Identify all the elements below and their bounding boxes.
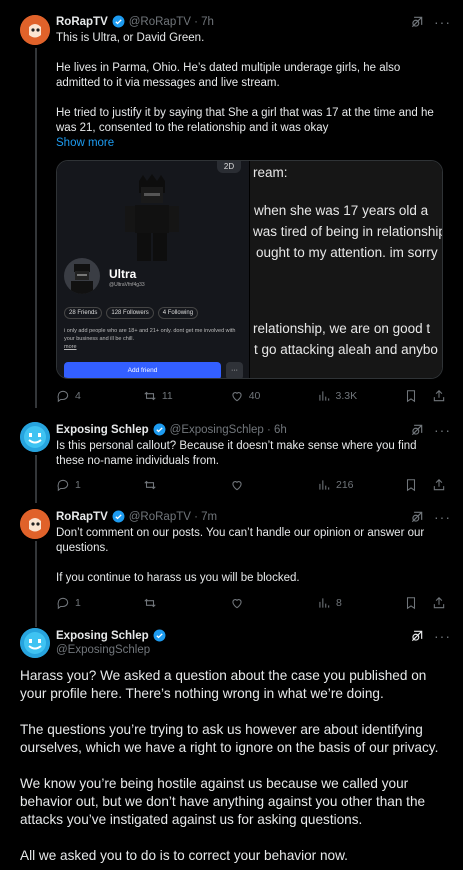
screenshot-line: was tired of being in relationship [253, 224, 443, 239]
avatar[interactable] [20, 628, 50, 658]
media-left-roblox-profile: 2D Ultra @UltraVfnf4g33 28 Friends 128 F… [57, 161, 249, 378]
profile-name: Ultra [109, 267, 137, 281]
bookmark-icon[interactable] [404, 478, 418, 492]
avatar[interactable] [20, 509, 50, 539]
show-more-link[interactable]: Show more [56, 137, 114, 149]
screenshot-line: relationship, we are on good t [253, 321, 431, 336]
like-button[interactable] [230, 478, 270, 492]
share-icon[interactable] [432, 478, 446, 492]
like-button[interactable] [230, 596, 270, 610]
tweet-actions: 1 8 [56, 594, 446, 612]
view-count: 216 [336, 479, 354, 491]
view-count: 8 [336, 597, 342, 609]
author-handle: @RoRapTV · 7m [128, 510, 218, 523]
profile-bio: i only add people who are 18+ and 21+ on… [64, 328, 236, 342]
following-count: 4 Following [157, 307, 199, 319]
screenshot-line: ream: [253, 165, 288, 180]
reply-icon [57, 479, 69, 492]
grok-icon[interactable] [410, 510, 424, 524]
repost-button[interactable] [143, 596, 183, 610]
views-icon [318, 391, 329, 401]
tweet-text: Harass you? We asked a question about th… [20, 668, 439, 863]
author-handle: @RoRapTV · 7h [128, 15, 214, 28]
media-right-screenshot: ream: when she was 17 years old a was ti… [250, 161, 443, 378]
views-button[interactable]: 8 [317, 596, 357, 610]
verified-badge-icon [153, 629, 166, 642]
author-name[interactable]: RoRapTV [56, 511, 108, 523]
verified-badge-icon [112, 15, 125, 28]
reply-button[interactable]: 1 [56, 478, 96, 492]
heart-icon [232, 481, 242, 491]
bookmark-icon[interactable] [404, 389, 418, 403]
reply-icon [57, 390, 69, 403]
repost-button[interactable] [143, 478, 183, 492]
more-options-icon[interactable]: ··· [434, 509, 451, 525]
author-handle: @ExposingSchlep [56, 644, 151, 656]
profile-handle: @UltraVfnf4g33 [109, 282, 145, 288]
screenshot-line: when she was 17 years old a [254, 203, 429, 218]
verified-badge-icon [153, 423, 166, 436]
repost-button[interactable]: 11 [143, 389, 183, 403]
heart-icon [232, 599, 242, 609]
bookmark-icon[interactable] [404, 596, 418, 610]
grok-icon[interactable] [410, 629, 424, 643]
repost-icon [144, 480, 156, 490]
avatar[interactable] [20, 15, 50, 45]
tweet-actions: 4 11 40 3.3K [56, 387, 446, 405]
tweet-text: Don’t comment on our posts. You can’t ha… [56, 527, 425, 584]
repost-icon [144, 391, 156, 401]
reply-button[interactable]: 4 [56, 389, 96, 403]
tweet-text: This is Ultra, or David Green. He lives … [56, 32, 434, 134]
reply-count: 1 [75, 597, 81, 609]
author-handle: @ExposingSchlep · 6h [169, 423, 287, 436]
screenshot-line: t go attacking aleah and anybo [254, 342, 438, 357]
profile-avatar [64, 258, 100, 294]
like-count: 40 [248, 390, 261, 402]
tweet-actions: 1 216 [56, 476, 446, 494]
more-options-icon[interactable]: ··· [434, 14, 451, 30]
author-name[interactable]: Exposing Schlep [56, 630, 149, 642]
views-button[interactable]: 216 [317, 478, 357, 492]
badge-2d: 2D [217, 161, 241, 173]
tweet-text: Is this personal callout? Because it doe… [56, 440, 417, 467]
friends-count: 28 Friends [64, 307, 103, 319]
avatar-character-image [125, 174, 179, 261]
add-friend-button: Add friend [64, 362, 221, 378]
avatar[interactable] [20, 422, 50, 452]
view-count: 3.3K [335, 390, 358, 402]
grok-icon[interactable] [410, 423, 424, 437]
reply-count: 1 [75, 479, 81, 491]
repost-count: 11 [161, 390, 173, 402]
profile-more-button: ··· [226, 362, 243, 378]
followers-count: 128 Followers [106, 307, 154, 319]
repost-icon [144, 598, 156, 608]
heart-icon [232, 392, 242, 402]
reply-count: 4 [75, 390, 81, 402]
more-options-icon[interactable]: ··· [434, 628, 451, 644]
reply-icon [57, 597, 69, 610]
reply-button[interactable]: 1 [56, 596, 96, 610]
views-button[interactable]: 3.3K [317, 389, 358, 403]
author-name[interactable]: RoRapTV [56, 16, 108, 28]
more-options-icon[interactable]: ··· [434, 422, 451, 438]
like-button[interactable]: 40 [230, 389, 270, 403]
grok-icon[interactable] [410, 15, 424, 29]
author-name[interactable]: Exposing Schlep [56, 424, 149, 436]
share-icon[interactable] [432, 389, 446, 403]
screenshot-line: ought to my attention. im sorry [256, 245, 438, 260]
bio-more-link: more [64, 344, 77, 350]
tweet-media[interactable]: 2D Ultra @UltraVfnf4g33 28 Friends 128 F… [56, 160, 443, 379]
views-icon [319, 598, 330, 608]
views-icon [319, 480, 330, 490]
share-icon[interactable] [432, 596, 446, 610]
verified-badge-icon [112, 510, 125, 523]
